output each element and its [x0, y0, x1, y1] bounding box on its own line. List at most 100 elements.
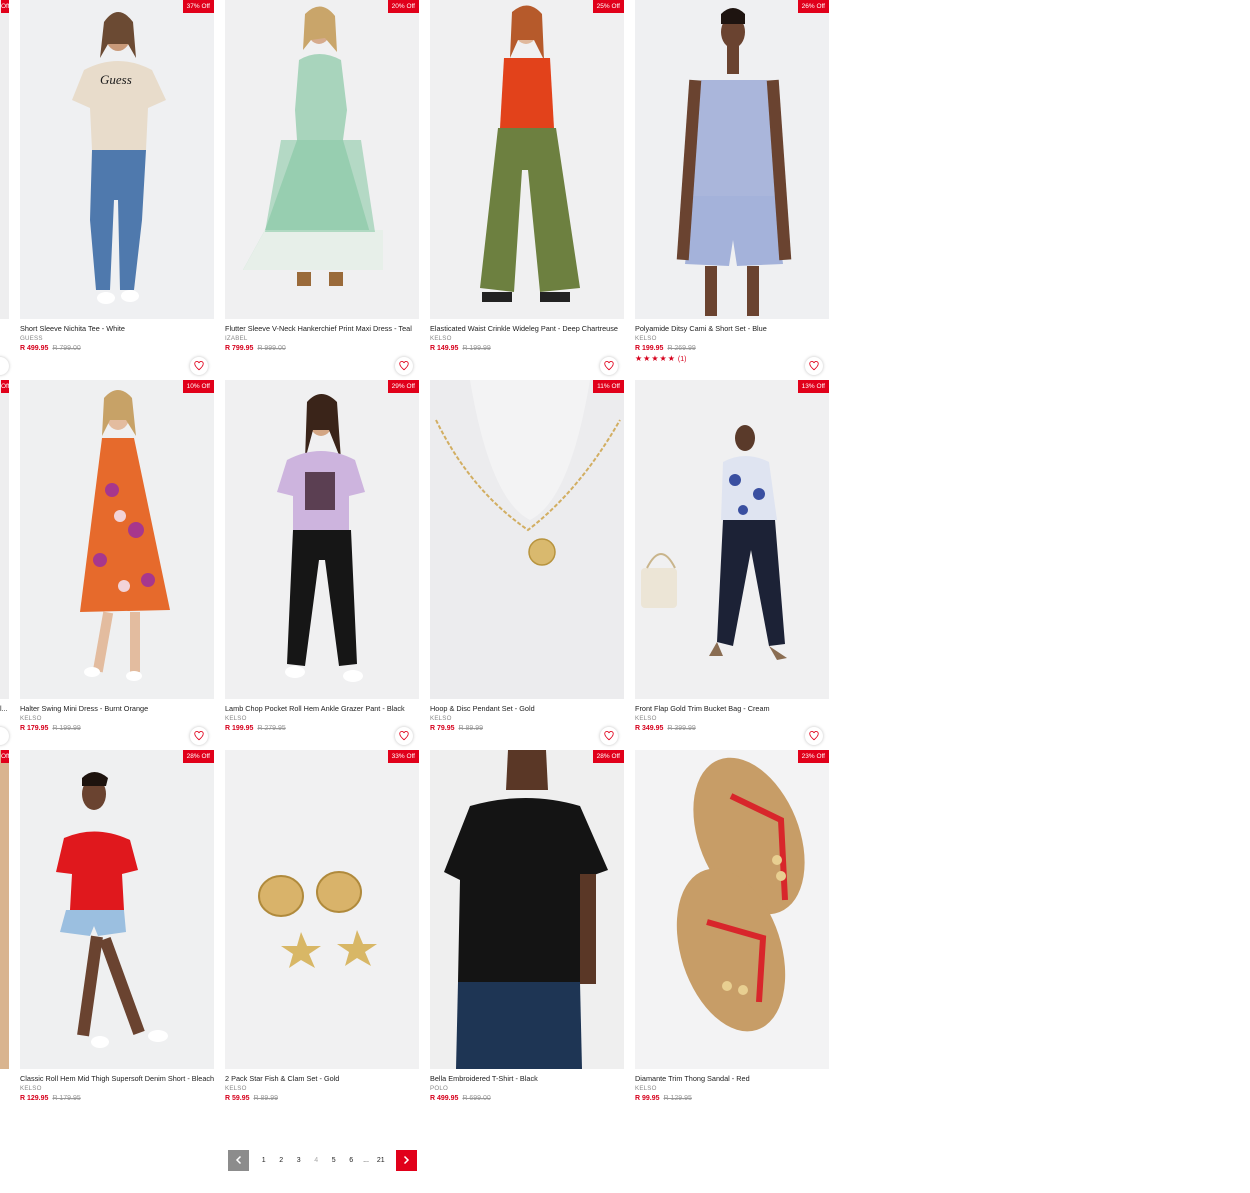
original-price: R 799.00 [52, 345, 81, 352]
product-image[interactable] [225, 380, 419, 699]
product-title[interactable]: Lamb Chop Pocket Roll Hem Ankle Grazer P… [225, 704, 419, 713]
original-price: R 279.95 [257, 725, 286, 732]
wishlist-button[interactable] [600, 357, 618, 375]
product-image[interactable] [20, 750, 214, 1069]
product-brand: KELSO [225, 715, 247, 722]
discount-badge: 28% Off [592, 750, 624, 763]
page-6-link[interactable]: 6 [343, 1157, 361, 1164]
product-rating[interactable]: ★★★★★ (1) [635, 354, 686, 363]
product-photo-woman-bucket-bag [635, 380, 829, 699]
discount-badge: 26% Off [797, 0, 829, 13]
product-title[interactable]: Hoop & Disc Pendant Set - Gold [430, 704, 624, 713]
current-price: R 499.95 [430, 1095, 459, 1102]
discount-badge: 25% Off [592, 0, 624, 13]
product-price: R 499.95 R 699.00 [430, 1095, 491, 1102]
product-title[interactable]: Bella Embroidered T-Shirt - Black [430, 1074, 624, 1083]
product-image[interactable] [0, 750, 9, 1069]
current-price: R 349.95 [635, 725, 664, 732]
last-page-link[interactable]: 21 [372, 1157, 390, 1164]
previous-page-button[interactable] [228, 1149, 249, 1171]
product-title[interactable]: 2 Pack Star Fish & Clam Set - Gold [225, 1074, 419, 1083]
wishlist-button[interactable] [805, 357, 823, 375]
original-price: R 89.99 [253, 1095, 279, 1102]
product-price: R 199.95 R 269.99 [635, 345, 696, 352]
wishlist-button[interactable] [395, 357, 413, 375]
page-2-link[interactable]: 2 [273, 1157, 291, 1164]
product-price: R 149.95 R 199.99 [430, 345, 491, 352]
product-title[interactable]: Diamante Trim Thong Sandal - Red [635, 1074, 829, 1083]
current-price: R 199.95 [225, 725, 254, 732]
product-image[interactable] [635, 380, 829, 699]
product-title[interactable]: Elasticated Waist Crinkle Wideleg Pant -… [430, 324, 624, 333]
heart-icon [809, 361, 819, 371]
current-price: R 199.95 [635, 345, 664, 352]
product-image[interactable] [430, 380, 624, 699]
current-page: 4 [314, 1156, 319, 1164]
product-price: R 79.95 R 89.99 [430, 725, 483, 732]
product-title[interactable]: Halter Swing Mini Dress - Burnt Orange [20, 704, 214, 713]
wishlist-button[interactable] [190, 727, 208, 745]
product-image[interactable] [225, 0, 419, 319]
page-1-link[interactable]: 1 [255, 1157, 273, 1164]
next-page-button[interactable] [395, 1149, 417, 1171]
product-image[interactable] [0, 380, 9, 699]
product-brand: IZABEL [225, 335, 248, 342]
product-brand: KELSO [635, 715, 657, 722]
current-price: R 499.95 [20, 345, 49, 352]
product-grid: Off Guess 37% Off Short Sleeve Nichita T… [0, 0, 1250, 1193]
product-title[interactable]: Front Flap Gold Trim Bucket Bag - Cream [635, 704, 829, 713]
review-count: (1) [677, 356, 687, 363]
product-brand: KELSO [430, 715, 452, 722]
discount-badge: 28% Off [182, 750, 214, 763]
wishlist-button[interactable] [190, 357, 208, 375]
wishlist-button[interactable] [0, 357, 9, 375]
product-title[interactable]: Short Sleeve Nichita Tee - White [20, 324, 214, 333]
original-price: R 269.99 [667, 345, 696, 352]
product-image[interactable] [20, 380, 214, 699]
product-title[interactable]: l... [0, 704, 8, 713]
discount-badge: Off [1, 0, 9, 13]
current-price: R 179.95 [20, 725, 49, 732]
original-price: R 199.99 [52, 725, 81, 732]
product-title[interactable]: Classic Roll Hem Mid Thigh Supersoft Den… [20, 1074, 214, 1083]
product-image[interactable] [0, 0, 9, 319]
product-title[interactable]: Polyamide Ditsy Cami & Short Set - Blue [635, 324, 829, 333]
product-image[interactable] [635, 0, 829, 319]
wishlist-button[interactable] [805, 727, 823, 745]
wishlist-button[interactable] [600, 727, 618, 745]
product-brand: KELSO [635, 335, 657, 342]
svg-text:Guess: Guess [100, 72, 132, 87]
current-price: R 59.95 [225, 1095, 250, 1102]
discount-badge: Off [1, 750, 9, 763]
discount-badge: 13% Off [797, 380, 829, 393]
product-brand: KELSO [20, 1085, 42, 1092]
wishlist-button[interactable] [0, 727, 9, 745]
heart-icon [399, 731, 409, 741]
product-photo-woman-cami-set [635, 0, 829, 319]
product-image[interactable] [635, 750, 829, 1069]
wishlist-button[interactable] [395, 727, 413, 745]
page-5-link[interactable]: 5 [325, 1157, 343, 1164]
heart-icon [399, 361, 409, 371]
product-photo-gold-pendant [430, 380, 624, 699]
product-brand: KELSO [20, 715, 42, 722]
current-price: R 149.95 [430, 345, 459, 352]
product-image[interactable] [430, 750, 624, 1069]
product-image[interactable]: Guess [20, 0, 214, 319]
chevron-right-icon [403, 1155, 410, 1165]
product-brand: KELSO [430, 335, 452, 342]
page-3-link[interactable]: 3 [290, 1157, 308, 1164]
discount-badge: 29% Off [387, 380, 419, 393]
product-price: R 99.95 R 129.95 [635, 1095, 692, 1102]
product-photo-woman-denim-short [20, 750, 214, 1069]
product-brand: POLO [430, 1085, 448, 1092]
product-image[interactable] [430, 0, 624, 319]
pagination: 1 2 3 4 5 6 ... 21 [228, 1149, 417, 1171]
product-title[interactable]: Flutter Sleeve V-Neck Hankerchief Print … [225, 324, 419, 333]
product-price: R 59.95 R 89.99 [225, 1095, 278, 1102]
original-price: R 699.00 [462, 1095, 491, 1102]
pagination-ellipsis: ... [363, 1156, 369, 1164]
heart-icon [194, 361, 204, 371]
product-price: R 349.95 R 399.99 [635, 725, 696, 732]
product-image[interactable] [225, 750, 419, 1069]
